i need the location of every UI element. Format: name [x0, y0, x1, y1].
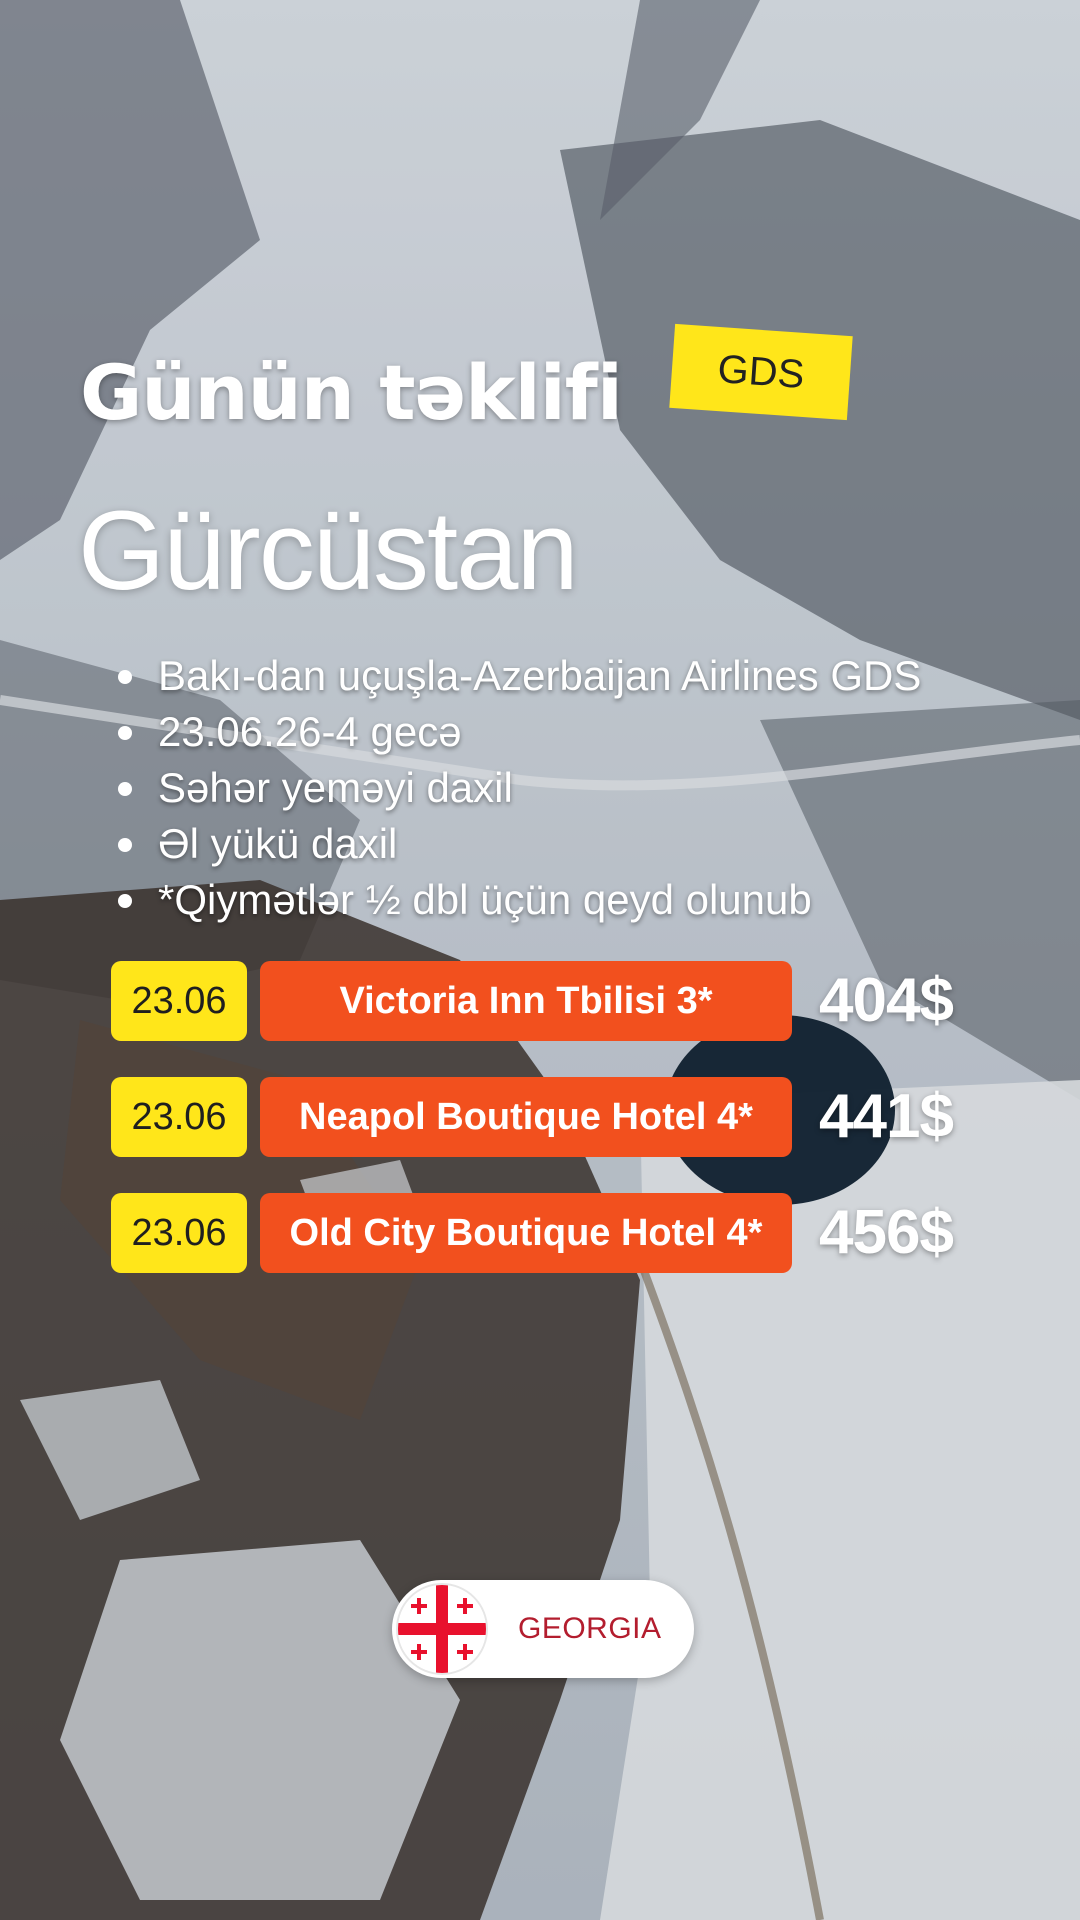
offer-date: 23.06: [111, 961, 247, 1041]
detail-item: Səhər yeməyi daxil: [118, 760, 921, 816]
offer-price: 456$: [819, 1198, 954, 1267]
offer-hotel-name[interactable]: Victoria Inn Tbilisi 3*: [260, 961, 792, 1041]
detail-item: Əl yükü daxil: [118, 816, 921, 872]
bullet-icon: [118, 670, 132, 684]
offer-date: 23.06: [111, 1077, 247, 1157]
offer-hotel-name[interactable]: Neapol Boutique Hotel 4*: [260, 1077, 792, 1157]
headline-title: Günün təklifi: [80, 348, 623, 437]
offer-price: 441$: [819, 1082, 954, 1151]
destination-title: Gürcüstan: [78, 488, 579, 613]
georgia-flag-icon: [396, 1583, 488, 1675]
gds-badge: GDS: [669, 323, 853, 421]
bullet-icon: [118, 782, 132, 796]
bullet-icon: [118, 726, 132, 740]
offer-row[interactable]: 23.06 Old City Boutique Hotel 4* 456$: [111, 1193, 991, 1273]
detail-item: *Qiymətlər ½ dbl üçün qeyd olunub: [118, 872, 921, 928]
offer-details-list: Bakı-dan uçuşla-Azerbaijan Airlines GDS …: [118, 648, 921, 928]
bullet-icon: [118, 894, 132, 908]
offer-date: 23.06: [111, 1193, 247, 1273]
bullet-icon: [118, 838, 132, 852]
detail-item: Bakı-dan uçuşla-Azerbaijan Airlines GDS: [118, 648, 921, 704]
country-pill-label: GEORGIA: [518, 1612, 662, 1645]
offer-row[interactable]: 23.06 Neapol Boutique Hotel 4* 441$: [111, 1077, 991, 1157]
country-pill: GEORGIA: [392, 1580, 694, 1678]
offer-price: 404$: [819, 966, 954, 1035]
detail-item: 23.06.26-4 gecə: [118, 704, 921, 760]
offer-row[interactable]: 23.06 Victoria Inn Tbilisi 3* 404$: [111, 961, 991, 1041]
offer-hotel-name[interactable]: Old City Boutique Hotel 4*: [260, 1193, 792, 1273]
